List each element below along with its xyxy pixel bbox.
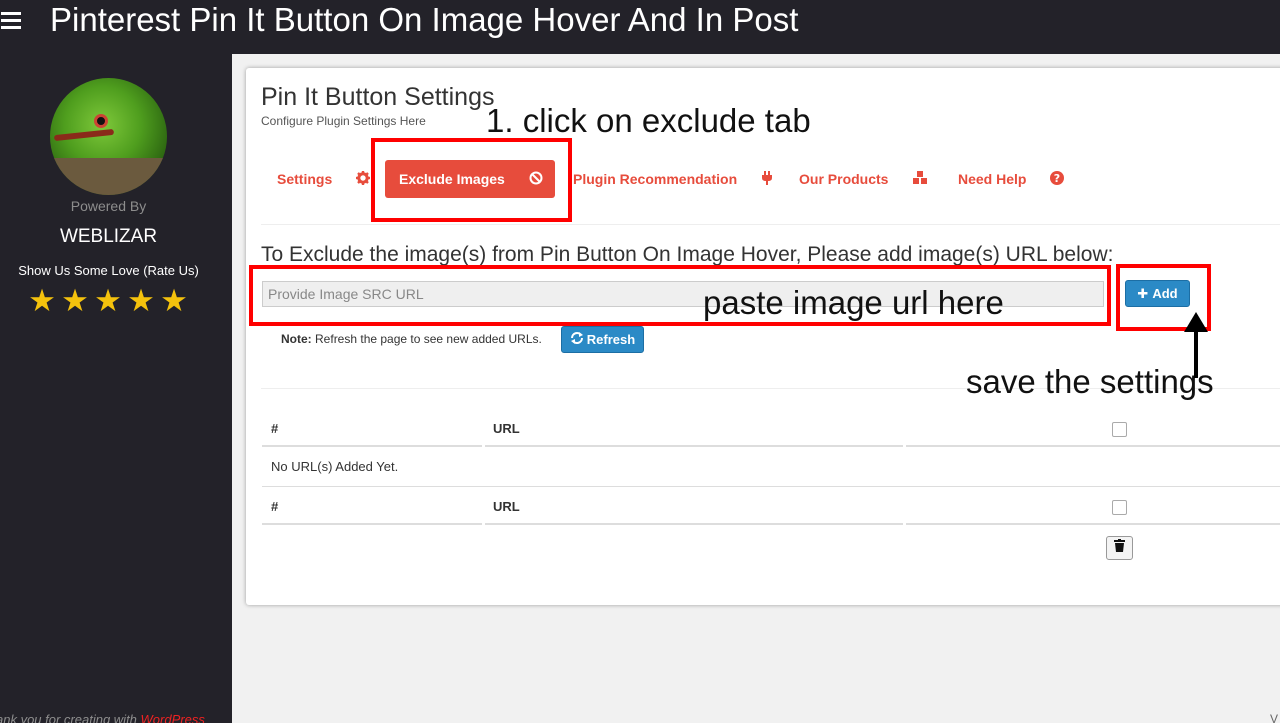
- gear-icon: [356, 170, 371, 188]
- star-icon[interactable]: ★: [60, 283, 90, 319]
- annotation-save: save the settings: [966, 363, 1214, 400]
- url-table: # URL No URL(s) Added Yet. # URL: [262, 409, 1280, 525]
- svg-text:?: ?: [1054, 172, 1060, 185]
- tab-our-products[interactable]: Our Products: [799, 160, 928, 198]
- footer-thanks: ank you for creating with WordPress: [0, 712, 205, 723]
- star-icon[interactable]: ★: [159, 283, 189, 319]
- table-row: No URL(s) Added Yet.: [262, 447, 1280, 487]
- tab-need-help[interactable]: Need Help ?: [958, 160, 1065, 198]
- cubes-icon: [912, 170, 928, 188]
- column-footer-number: #: [271, 499, 279, 514]
- page-subtitle: Configure Plugin Settings Here: [261, 114, 426, 128]
- note-text: Note: Refresh the page to see new added …: [281, 332, 542, 346]
- annotation-arrow-icon: [1184, 312, 1208, 378]
- top-bar: Pinterest Pin It Button On Image Hover A…: [0, 0, 1280, 54]
- wordpress-link[interactable]: WordPress: [141, 712, 205, 723]
- plug-icon: [761, 170, 773, 188]
- app-title: Pinterest Pin It Button On Image Hover A…: [50, 1, 799, 38]
- avatar: [50, 78, 167, 195]
- rating-stars[interactable]: ★ ★ ★ ★ ★: [27, 283, 189, 319]
- hamburger-menu-icon[interactable]: [1, 12, 21, 29]
- table-footer-row: # URL: [262, 487, 1280, 525]
- annotation-box-exclude-tab: [371, 138, 572, 222]
- star-icon[interactable]: ★: [27, 283, 57, 319]
- divider: [261, 224, 1280, 225]
- sidebar: Powered By WEBLIZAR Show Us Some Love (R…: [0, 54, 232, 723]
- page-title: Pin It Button Settings: [261, 83, 495, 111]
- annotation-step1: 1. click on exclude tab: [486, 102, 811, 139]
- rate-us-label[interactable]: Show Us Some Love (Rate Us): [0, 263, 217, 278]
- version-label: V: [1270, 712, 1279, 723]
- table-header-row: # URL: [262, 409, 1280, 447]
- star-icon[interactable]: ★: [93, 283, 123, 319]
- empty-message: No URL(s) Added Yet.: [271, 459, 399, 474]
- refresh-icon: [570, 331, 584, 348]
- select-all-checkbox[interactable]: [1112, 422, 1127, 437]
- column-header-url: URL: [493, 421, 520, 436]
- brand-name[interactable]: WEBLIZAR: [0, 226, 217, 248]
- question-icon: ?: [1050, 170, 1065, 188]
- delete-button[interactable]: [1106, 536, 1133, 560]
- refresh-button[interactable]: Refresh: [561, 326, 644, 353]
- tab-settings[interactable]: Settings: [277, 160, 371, 198]
- trash-icon: [1114, 539, 1125, 557]
- star-icon[interactable]: ★: [126, 283, 156, 319]
- column-footer-url: URL: [493, 499, 520, 514]
- exclude-heading: To Exclude the image(s) from Pin Button …: [261, 243, 1114, 266]
- select-all-checkbox-footer[interactable]: [1112, 500, 1127, 515]
- powered-by-label: Powered By: [70, 198, 147, 214]
- tab-plugin-recommendation[interactable]: Plugin Recommendation: [573, 160, 773, 198]
- column-header-number: #: [271, 421, 279, 436]
- annotation-paste: paste image url here: [703, 284, 1004, 321]
